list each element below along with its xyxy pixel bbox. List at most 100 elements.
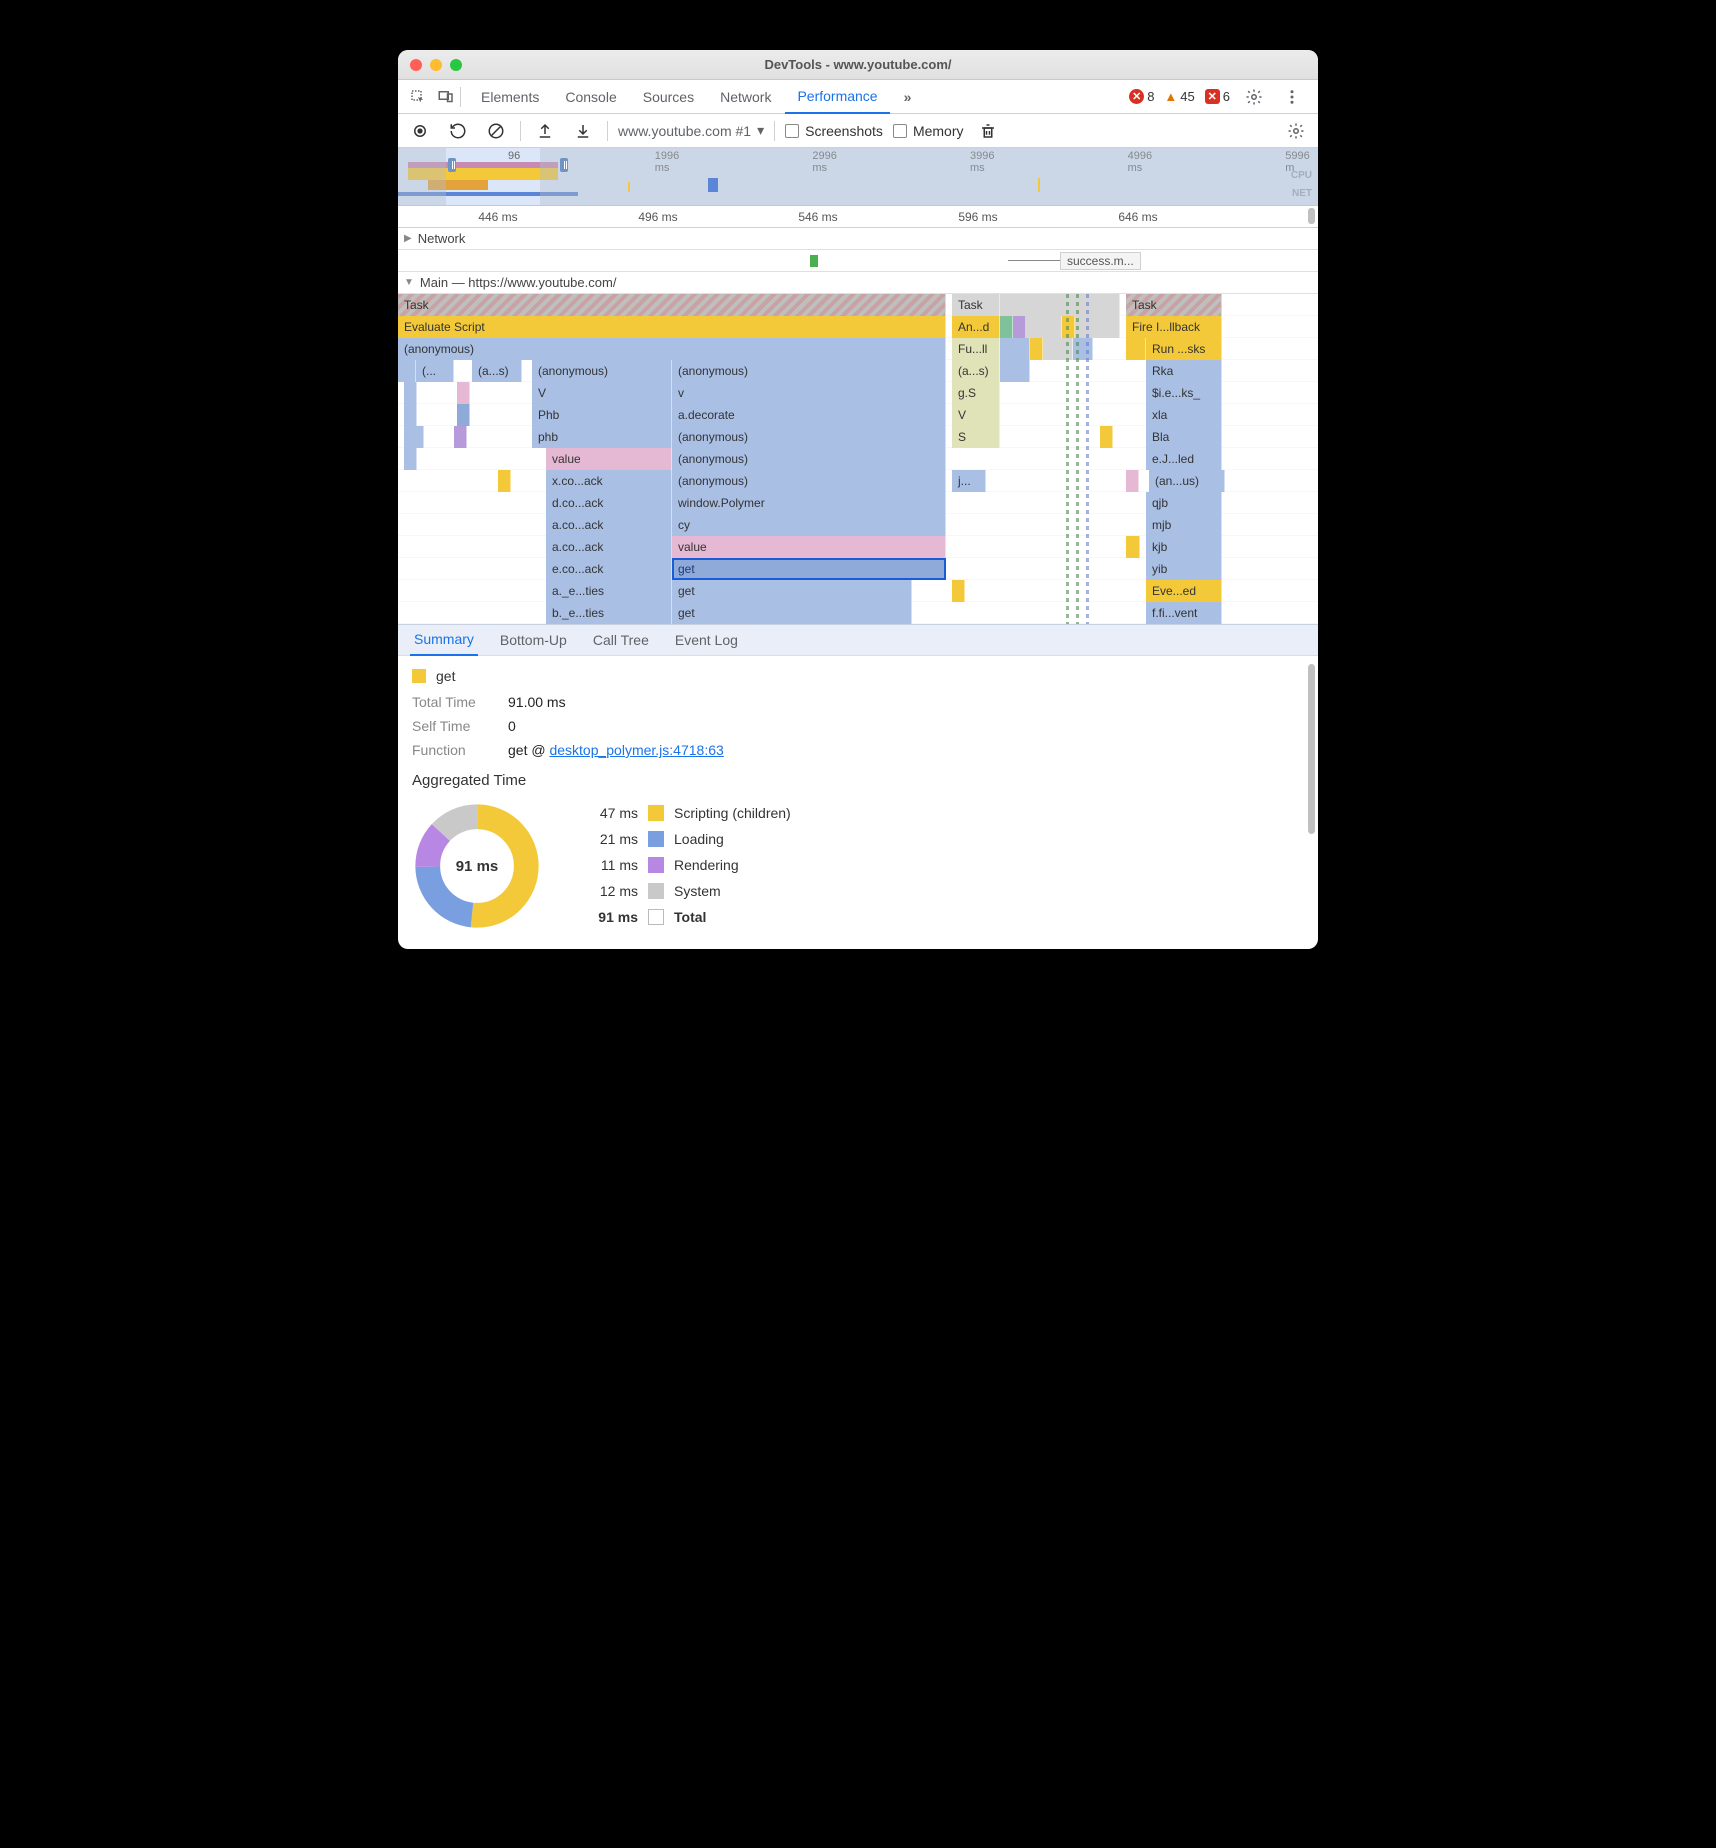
network-track-header[interactable]: ▶ Network [398, 228, 1318, 250]
flame-entry-selected[interactable]: get [672, 558, 946, 580]
maximize-icon[interactable] [450, 59, 462, 71]
tabs-overflow[interactable]: » [892, 80, 924, 114]
tab-event-log[interactable]: Event Log [671, 624, 742, 656]
garbage-collect-icon[interactable] [974, 117, 1002, 145]
flame-entry[interactable]: window.Polymer [672, 492, 946, 514]
flame-entry[interactable]: kjb [1146, 536, 1222, 558]
flame-entry[interactable]: (a...s) [952, 360, 1000, 382]
flame-sliver[interactable] [1126, 536, 1140, 558]
tab-call-tree[interactable]: Call Tree [589, 624, 653, 656]
flame-entry[interactable]: $i.e...ks_ [1146, 382, 1222, 404]
flame-sliver[interactable] [498, 470, 511, 492]
issues-badge[interactable]: ✕ 6 [1205, 89, 1230, 104]
flame-entry[interactable]: (... [416, 360, 454, 382]
clear-button[interactable] [482, 117, 510, 145]
flame-entry[interactable]: Phb [532, 404, 672, 426]
flame-sliver[interactable] [1100, 426, 1113, 448]
flame-entry[interactable]: xla [1146, 404, 1222, 426]
scrollbar-thumb[interactable] [1308, 664, 1315, 834]
flame-sliver[interactable] [1013, 316, 1026, 338]
errors-badge[interactable]: ✕ 8 [1129, 89, 1154, 104]
flame-entry[interactable]: (anonymous) [532, 360, 672, 382]
flame-task[interactable]: Task [952, 294, 1000, 316]
network-request[interactable] [810, 255, 818, 267]
flame-entry[interactable]: a.co...ack [546, 514, 672, 536]
flame-entry[interactable]: get [672, 580, 912, 602]
flame-entry[interactable]: Fu...ll [952, 338, 1000, 360]
flame-sliver[interactable] [404, 382, 417, 404]
flame-entry[interactable]: (anonymous) [672, 470, 946, 492]
tab-console[interactable]: Console [553, 80, 628, 114]
timeline-overview[interactable]: 96 ms 1996 ms 2996 ms 3996 ms 4996 ms 59… [398, 148, 1318, 206]
warnings-badge[interactable]: ▲ 45 [1164, 89, 1194, 104]
network-request-chip[interactable]: success.m... [1060, 252, 1141, 270]
screenshots-checkbox[interactable]: Screenshots [785, 123, 883, 139]
upload-icon[interactable] [531, 117, 559, 145]
flame-entry[interactable]: (anonymous) [672, 448, 946, 470]
flame-sliver[interactable] [404, 404, 417, 426]
flame-entry[interactable]: phb [532, 426, 672, 448]
flame-sliver[interactable] [1030, 338, 1043, 360]
flame-entry[interactable]: j... [952, 470, 986, 492]
flame-sliver[interactable] [1000, 360, 1030, 382]
tab-elements[interactable]: Elements [469, 80, 551, 114]
flame-entry[interactable]: S [952, 426, 1000, 448]
main-track-header[interactable]: ▼ Main — https://www.youtube.com/ [398, 272, 1318, 294]
flame-entry[interactable]: value [546, 448, 672, 470]
flame-sliver[interactable] [404, 426, 424, 448]
flame-entry[interactable]: e.J...led [1146, 448, 1222, 470]
flame-entry[interactable]: get [672, 602, 912, 624]
flame-entry[interactable]: Rka [1146, 360, 1222, 382]
flame-entry[interactable]: a.co...ack [546, 536, 672, 558]
tab-bottom-up[interactable]: Bottom-Up [496, 624, 571, 656]
flame-entry[interactable]: d.co...ack [546, 492, 672, 514]
overview-window-handles[interactable] [448, 158, 568, 172]
reload-button[interactable] [444, 117, 472, 145]
flame-task[interactable]: Task [1126, 294, 1222, 316]
flame-sliver[interactable] [454, 426, 467, 448]
flame-sliver[interactable] [457, 404, 470, 426]
download-icon[interactable] [569, 117, 597, 145]
tab-network[interactable]: Network [708, 80, 783, 114]
flame-entry[interactable]: Run ...sks [1146, 338, 1222, 360]
flame-sliver[interactable] [1075, 316, 1121, 338]
record-button[interactable] [406, 117, 434, 145]
flame-entry[interactable]: Eve...ed [1146, 580, 1222, 602]
minimize-icon[interactable] [430, 59, 442, 71]
overview-handle-left[interactable] [448, 158, 456, 172]
flame-sliver[interactable] [1000, 316, 1013, 338]
flame-entry[interactable]: f.fi...vent [1146, 602, 1222, 624]
flame-entry[interactable]: (a...s) [472, 360, 522, 382]
flame-entry[interactable]: V [532, 382, 672, 404]
scrollbar-thumb[interactable] [1308, 208, 1315, 224]
tab-performance[interactable]: Performance [785, 80, 889, 114]
time-ruler[interactable]: 446 ms 496 ms 546 ms 596 ms 646 ms [398, 206, 1318, 228]
flame-chart[interactable]: Task Task Task Evaluate Script An...d Fi… [398, 294, 1318, 624]
flame-entry[interactable]: b._e...ties [546, 602, 672, 624]
settings-icon[interactable] [1240, 83, 1268, 111]
flame-entry[interactable]: (anonymous) [398, 338, 946, 360]
flame-entry[interactable]: Fire I...llback [1126, 316, 1222, 338]
flame-entry[interactable]: g.S [952, 382, 1000, 404]
function-source-link[interactable]: desktop_polymer.js:4718:63 [549, 742, 723, 758]
flame-entry[interactable]: (an...us) [1149, 470, 1225, 492]
flame-entry[interactable]: a.decorate [672, 404, 946, 426]
tab-sources[interactable]: Sources [631, 80, 706, 114]
flame-entry[interactable]: yib [1146, 558, 1222, 580]
flame-sliver[interactable] [952, 580, 965, 602]
flame-entry[interactable]: x.co...ack [546, 470, 672, 492]
flame-entry[interactable]: cy [672, 514, 946, 536]
flame-sliver[interactable] [404, 448, 417, 470]
flame-entry[interactable]: (anonymous) [672, 360, 946, 382]
flame-entry[interactable]: V [952, 404, 1000, 426]
inspect-icon[interactable] [404, 83, 432, 111]
flame-sliver[interactable] [398, 360, 416, 382]
flame-entry[interactable]: v [672, 382, 946, 404]
tab-summary[interactable]: Summary [410, 624, 478, 656]
flame-sliver[interactable] [1026, 316, 1062, 338]
flame-entry[interactable]: e.co...ack [546, 558, 672, 580]
overview-handle-right[interactable] [560, 158, 568, 172]
flame-entry[interactable]: Bla [1146, 426, 1222, 448]
flame-sliver[interactable] [1000, 338, 1030, 360]
flame-entry[interactable]: a._e...ties [546, 580, 672, 602]
